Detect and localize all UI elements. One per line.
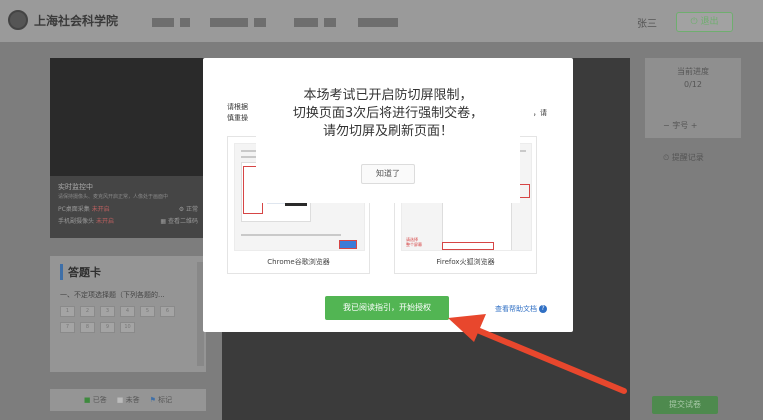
question-cell[interactable]: 5 xyxy=(140,306,155,317)
help-docs-link[interactable]: 查看帮助文档 ? xyxy=(495,304,547,314)
alert-message: 本场考试已开启防切屏限制， 切换页面3次后将进行强制交卷， 请勿切屏及刷新页面！ xyxy=(256,87,520,141)
legend-answered: ■ 已答 xyxy=(83,396,107,404)
flag-icon: ⚑ xyxy=(149,396,156,404)
question-grid: 1 2 3 4 5 6 7 8 9 10 xyxy=(60,306,190,333)
alert-confirm-button[interactable]: 知道了 xyxy=(361,164,415,184)
answer-legend: ■ 已答 ■ 未答 ⚑ 标记 xyxy=(50,389,206,411)
question-cell[interactable]: 9 xyxy=(100,322,115,333)
pc-capture-right[interactable]: ⚙ 正常 xyxy=(179,204,198,213)
logout-label: 退出 xyxy=(700,17,719,27)
question-cell[interactable]: 8 xyxy=(80,322,95,333)
phone-camera-label: 手机副摄像头 xyxy=(58,218,95,225)
monitor-description: 请保持摄像头、麦克风开启正常，人像处于画面中 xyxy=(58,194,169,200)
prompt-record-label: 提醒记录 xyxy=(671,153,704,162)
legend-unanswered: ■ 未答 xyxy=(116,396,140,404)
legend-unanswered-label: 未答 xyxy=(125,396,140,404)
help-docs-label: 查看帮助文档 xyxy=(495,305,537,313)
chrome-browser-name: Chrome谷歌浏览器 xyxy=(267,258,330,266)
answer-section-title: 一、不定项选择题（下列各题的... xyxy=(60,291,165,299)
progress-value: 0/12 xyxy=(684,80,702,89)
modal-intro-line-1: 请根据 xyxy=(227,103,248,111)
answer-card-title: 答题卡 xyxy=(60,264,196,280)
qr-code-label: 查看二维码 xyxy=(167,218,198,225)
logo-emblem-icon xyxy=(8,10,28,30)
submit-exam-button[interactable]: 提交试卷 xyxy=(652,396,718,414)
monitor-title: 实时监控中 xyxy=(58,183,93,191)
logout-button[interactable]: ⏻ 退出 xyxy=(676,12,733,32)
progress-label: 当前进度 xyxy=(677,67,709,76)
pc-capture-right-label: 正常 xyxy=(185,206,198,213)
qr-code-link[interactable]: ▦ 查看二维码 xyxy=(160,216,198,225)
clock-icon: ⏲ xyxy=(663,153,670,162)
phone-camera-row: 手机副摄像头 未开启 ▦ 查看二维码 xyxy=(58,216,198,225)
monitor-panel: 实时监控中 请保持摄像头、麦克风开启正常，人像处于画面中 PC桌面采集 未开启 … xyxy=(50,176,206,238)
question-cell[interactable]: 1 xyxy=(60,306,75,317)
phone-camera-status: 未开启 xyxy=(95,218,114,225)
logo-text: 上海社会科学院 xyxy=(34,13,119,28)
question-cell[interactable]: 6 xyxy=(160,306,175,317)
answer-card: 答题卡 一、不定项选择题（下列各题的... 1 2 3 4 5 6 7 8 9 … xyxy=(50,256,206,372)
alert-line-1: 本场考试已开启防切屏限制， xyxy=(303,88,473,103)
user-name: 张三 xyxy=(637,19,657,30)
firefox-hint: 请选择 整个屏幕 xyxy=(406,237,422,247)
legend-marked: ⚑ 标记 xyxy=(150,395,173,405)
camera-preview xyxy=(50,58,206,176)
firefox-browser-name: Firefox火狐浏览器 xyxy=(436,258,495,266)
pc-capture-label: PC桌面采集 xyxy=(58,206,90,213)
pc-capture-row: PC桌面采集 未开启 ⚙ 正常 xyxy=(58,204,198,213)
start-authorization-button[interactable]: 我已阅读指引，开始授权 xyxy=(325,296,449,320)
question-cell[interactable]: 2 xyxy=(80,306,95,317)
question-cell[interactable]: 7 xyxy=(60,322,75,333)
modal-intro: 请根据 慎重操 xyxy=(227,102,248,124)
question-cell[interactable]: 10 xyxy=(120,322,135,333)
alert-line-3: 请勿切屏及刷新页面！ xyxy=(322,124,453,139)
modal-intro-tail: ，请 xyxy=(533,109,547,117)
nav-placeholder xyxy=(152,18,398,27)
top-bar: 上海社会科学院 张三 ⏻ 退出 xyxy=(0,0,763,42)
help-icon: ? xyxy=(539,305,547,313)
font-size-control[interactable]: − 字号 + xyxy=(663,120,698,131)
legend-marked-label: 标记 xyxy=(158,396,173,404)
question-cell[interactable]: 3 xyxy=(100,306,115,317)
prompt-record-link[interactable]: ⏲ 提醒记录 xyxy=(663,152,704,163)
pc-capture-status: 未开启 xyxy=(91,206,110,213)
modal-intro-line-2: 慎重操 xyxy=(227,114,248,122)
anti-switch-alert: 本场考试已开启防切屏限制， 切换页面3次后将进行强制交卷， 请勿切屏及刷新页面！… xyxy=(256,75,520,203)
legend-answered-label: 已答 xyxy=(92,396,107,404)
question-cell[interactable]: 4 xyxy=(120,306,135,317)
logo: 上海社会科学院 xyxy=(8,10,118,30)
font-size-label: 字号 xyxy=(672,121,689,130)
alert-line-2: 切换页面3次后将进行强制交卷， xyxy=(292,106,484,121)
